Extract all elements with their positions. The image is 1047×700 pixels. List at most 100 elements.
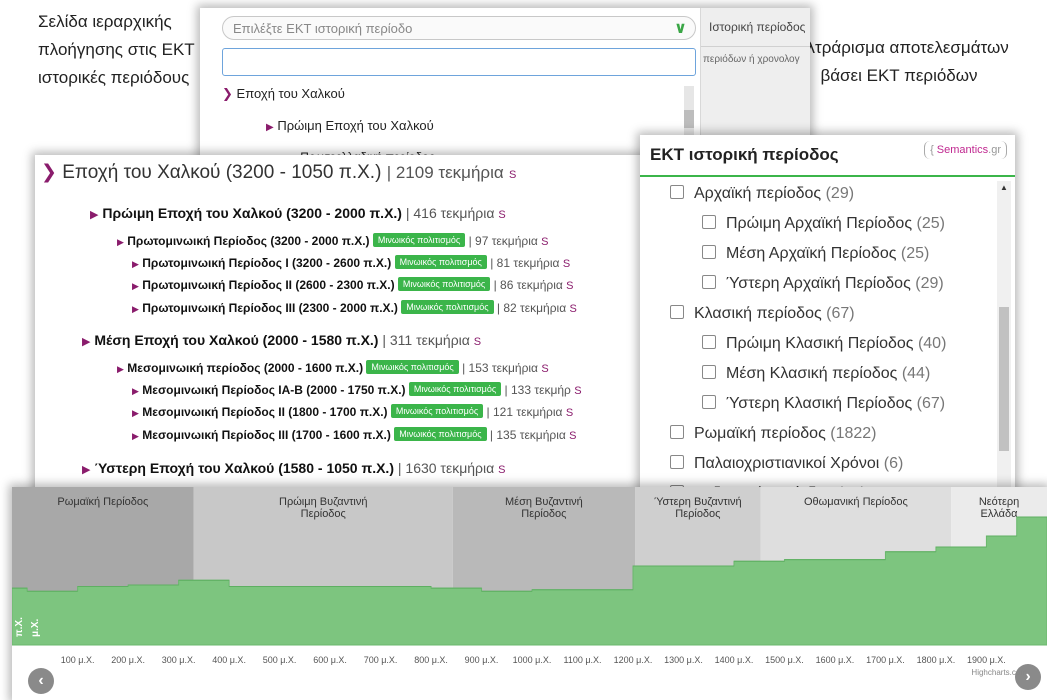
dropdown-item-bronze-age[interactable]: ❯ Εποχή του Χαλκού <box>222 86 345 102</box>
culture-badge[interactable]: Μινωικός πολιτισμός <box>390 404 484 418</box>
hierarchy-row-count: | 311 τεκμήρια <box>382 332 470 348</box>
filter-checkbox[interactable] <box>702 365 716 379</box>
filter-checkbox[interactable] <box>670 185 684 199</box>
caret-right-icon: ▶ <box>132 281 139 291</box>
semantics-link-icon[interactable]: S <box>474 336 481 348</box>
hierarchy-row[interactable]: ▶ Μεσομινωική Περίοδος III (1700 - 1600 … <box>132 427 577 442</box>
x-tick-label: 500 μ.Χ. <box>263 655 297 665</box>
hierarchy-row[interactable]: ▶ Πρωτομινωική Περίοδος II (2600 - 2300 … <box>132 277 574 292</box>
hierarchy-row[interactable]: ▶ Πρώιμη Εποχή του Χαλκού (3200 - 2000 π… <box>90 205 506 221</box>
filter-item[interactable]: Αρχαϊκή περίοδος (29) <box>670 185 854 203</box>
semantics-link-icon[interactable]: S <box>509 169 516 181</box>
hierarchy-row[interactable]: ▶ Μεσομινωική περίοδος (2000 - 1600 π.Χ.… <box>117 360 549 375</box>
period-band-label: Νεότερη Ελλάδα <box>979 496 1019 520</box>
scroll-up-icon[interactable]: ▲ <box>1000 183 1008 192</box>
filter-item-count: (25) <box>916 215 945 232</box>
semantics-link-icon[interactable]: S <box>563 258 570 270</box>
culture-badge[interactable]: Μινωικός πολιτισμός <box>394 255 487 269</box>
filter-checkbox[interactable] <box>702 245 716 259</box>
hierarchy-row[interactable]: ▶ Πρωτομινωική Περίοδος I (3200 - 2600 π… <box>132 255 570 270</box>
dropdown-item-early-bronze-age[interactable]: ▶ Πρώιμη Εποχή του Χαλκού <box>266 118 434 133</box>
filter-item-count: (67) <box>826 305 855 322</box>
filter-item[interactable]: Ύστερη Αρχαϊκή Περίοδος (29) <box>702 275 944 293</box>
hierarchy-root-count: | 2109 τεκμήρια <box>386 163 504 182</box>
x-tick-label: 1300 μ.Χ. <box>664 655 703 665</box>
filter-item[interactable]: Μέση Κλασική περίοδος (44) <box>702 365 930 383</box>
hierarchy-root-label: Εποχή του Χαλκού (3200 - 1050 π.Χ.) <box>62 162 382 183</box>
period-band-label-line: Πρώιμη Βυζαντινή <box>279 496 367 508</box>
hierarchy-row[interactable]: ▶ Ύστερη Εποχή του Χαλκού (1580 - 1050 π… <box>82 460 505 476</box>
culture-badge[interactable]: Μινωικός πολιτισμός <box>394 427 487 441</box>
filter-item[interactable]: Παλαιοχριστιανικοί Χρόνοι (6) <box>670 455 903 473</box>
filter-checkbox[interactable] <box>702 215 716 229</box>
hierarchy-row[interactable]: ▶ Μεσομινωική Περίοδος II (1800 - 1700 π… <box>132 404 573 419</box>
hierarchy-root-bronze-age[interactable]: ❯ Εποχή του Χαλκού (3200 - 1050 π.Χ.) | … <box>41 161 516 184</box>
x-tick-label: 300 μ.Χ. <box>162 655 196 665</box>
semantics-link-icon[interactable]: S <box>498 464 505 476</box>
filter-item[interactable]: Πρώιμη Αρχαϊκή Περίοδος (25) <box>702 215 945 233</box>
timeline-prev-button[interactable]: ‹ <box>28 668 54 694</box>
semantics-link-icon[interactable]: S <box>566 407 573 419</box>
period-band-label: Οθωμανική Περίοδος <box>804 496 908 508</box>
culture-badge[interactable]: Μινωικός πολιτισμός <box>401 300 494 314</box>
caption-filtering: Φιλτράρισμα αποτελεσμάτων βάσει ΕΚΤ περι… <box>789 38 1009 85</box>
culture-badge[interactable]: Μινωικός πολιτισμός <box>366 360 459 374</box>
semantics-link-icon[interactable]: S <box>566 280 573 292</box>
filter-item-count: (44) <box>901 365 931 382</box>
x-tick-label: 1600 μ.Χ. <box>816 655 855 665</box>
hierarchy-row-count: | 416 τεκμήρια <box>405 205 495 221</box>
hierarchy-row-count: | 97 τεκμήρια <box>468 234 538 248</box>
filter-scrollbar-thumb[interactable] <box>999 307 1009 451</box>
chevron-down-icon[interactable]: ∨ <box>674 17 687 41</box>
filter-checkbox[interactable] <box>702 335 716 349</box>
filter-panel: ΕΚΤ ιστορική περίοδος { Semantics.gr Αρχ… <box>640 135 1015 497</box>
semantics-link-icon[interactable]: S <box>541 363 548 375</box>
x-tick-label: 1400 μ.Χ. <box>715 655 754 665</box>
dropdown-scrollbar-thumb[interactable] <box>684 110 694 128</box>
culture-badge[interactable]: Μινωικός πολιτισμός <box>372 233 466 247</box>
hierarchy-row[interactable]: ▶ Μέση Εποχή του Χαλκού (2000 - 1580 π.Χ… <box>82 332 481 348</box>
culture-badge[interactable]: Μινωικός πολιτισμός <box>408 382 502 396</box>
filter-scrollbar[interactable]: ▲ <box>997 181 1011 497</box>
semantics-link-icon[interactable]: S <box>570 303 577 315</box>
x-tick-label: 1500 μ.Χ. <box>765 655 804 665</box>
caption-hierarchy-page: Σελίδα ιεραρχικής πλοήγησης στις ΕΚΤ ιστ… <box>38 12 195 87</box>
filter-item-label: Ύστερη Κλασική Περίοδος <box>726 395 913 412</box>
filter-item-label: Ρωμαϊκή περίοδος <box>694 425 826 442</box>
filter-checkbox[interactable] <box>702 395 716 409</box>
filter-item[interactable]: Ύστερη Κλασική Περίοδος (67) <box>702 395 945 413</box>
hierarchy-row-count: | 133 τεκμήρ <box>504 383 571 397</box>
hierarchy-row-label: Μεσομινωική Περίοδος III (1700 - 1600 π.… <box>142 428 391 442</box>
hierarchy-row[interactable]: ▶ Μεσομινωική Περίοδος IA-B (2000 - 1750… <box>132 382 582 397</box>
hierarchy-row[interactable]: ▶ Πρωτομινωική Περίοδος (3200 - 2000 π.Χ… <box>117 233 549 248</box>
semantics-link-icon[interactable]: S <box>569 430 576 442</box>
filter-item-label: Παλαιοχριστιανικοί Χρόνοι <box>694 455 880 472</box>
semantics-link-icon[interactable]: S <box>541 236 548 248</box>
caret-right-icon: ▶ <box>117 237 124 247</box>
filter-item[interactable]: Μέση Αρχαϊκή Περίοδος (25) <box>702 245 929 263</box>
filter-checkbox[interactable] <box>670 425 684 439</box>
period-search-input[interactable] <box>222 48 696 76</box>
filter-checkbox[interactable] <box>670 455 684 469</box>
hierarchy-row-label: Μεσομινωική Περίοδος IA-B (2000 - 1750 π… <box>142 383 406 397</box>
filter-checkbox[interactable] <box>670 305 684 319</box>
filter-item[interactable]: Κλασική περίοδος (67) <box>670 305 855 323</box>
semantics-link-icon[interactable]: S <box>498 209 505 221</box>
x-tick-label: 1800 μ.Χ. <box>917 655 956 665</box>
chevron-right-icon: ❯ <box>222 86 233 101</box>
x-tick-label: 1000 μ.Χ. <box>513 655 552 665</box>
filter-item[interactable]: Ρωμαϊκή περίοδος (1822) <box>670 425 876 443</box>
semantics-link-icon[interactable]: S <box>574 385 581 397</box>
period-band-label-line: Νεότερη <box>979 496 1019 508</box>
filter-item[interactable]: Πρώιμη Κλασική Περίοδος (40) <box>702 335 946 353</box>
filter-item-count: (67) <box>916 395 946 412</box>
filter-item-count: (29) <box>915 275 944 292</box>
hierarchy-row-label: Μέση Εποχή του Χαλκού (2000 - 1580 π.Χ.) <box>94 332 379 348</box>
semantics-logo[interactable]: { Semantics.gr <box>924 141 1007 159</box>
filter-checkbox[interactable] <box>702 275 716 289</box>
period-select[interactable]: Επιλέξτε ΕΚΤ ιστορική περίοδο ∨ <box>222 16 696 40</box>
hierarchy-row[interactable]: ▶ Πρωτομινωική Περίοδος III (2300 - 2000… <box>132 300 577 315</box>
filter-item-label: Πρώιμη Κλασική Περίοδος <box>726 335 914 352</box>
culture-badge[interactable]: Μινωικός πολιτισμός <box>397 277 491 291</box>
side-column-divider <box>701 46 810 47</box>
